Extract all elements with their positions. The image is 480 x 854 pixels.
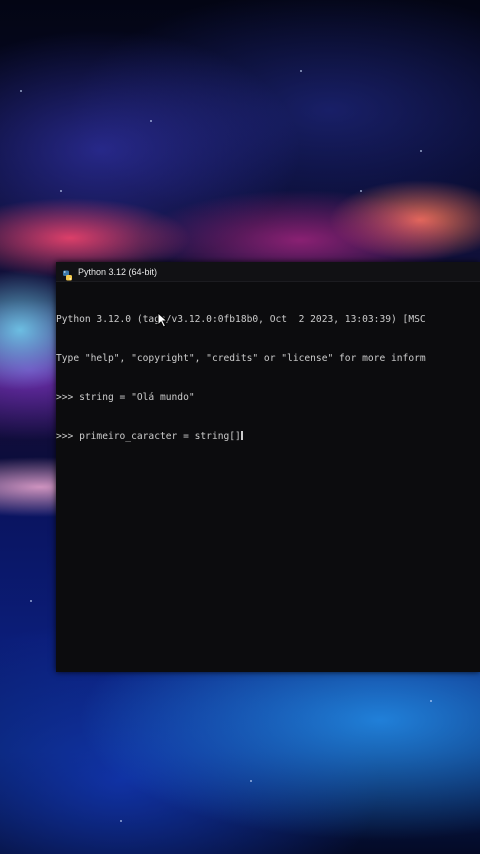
star bbox=[250, 780, 252, 782]
terminal-output[interactable]: Python 3.12.0 (tags/v3.12.0:0fb18b0, Oct… bbox=[56, 282, 480, 469]
star bbox=[60, 190, 62, 192]
terminal-line-help: Type "help", "copyright", "credits" or "… bbox=[56, 353, 426, 364]
terminal-line-input[interactable]: >>> primeiro_caracter = string[] bbox=[56, 430, 480, 443]
mouse-pointer-icon bbox=[157, 312, 169, 328]
star bbox=[30, 600, 32, 602]
python-console-window[interactable]: Python 3.12 (64-bit) Python 3.12.0 (tags… bbox=[56, 262, 480, 672]
star bbox=[150, 120, 152, 122]
window-title: Python 3.12 (64-bit) bbox=[78, 266, 158, 277]
python-icon bbox=[62, 266, 73, 281]
window-titlebar[interactable]: Python 3.12 (64-bit) bbox=[56, 262, 480, 282]
star bbox=[300, 70, 302, 72]
text-cursor bbox=[240, 431, 243, 440]
star bbox=[430, 700, 432, 702]
star bbox=[120, 820, 122, 822]
star bbox=[420, 150, 422, 152]
terminal-line-version: Python 3.12.0 (tags/v3.12.0:0fb18b0, Oct… bbox=[56, 314, 426, 325]
terminal-line-string-assign: >>> string = "Olá mundo" bbox=[56, 392, 195, 403]
star bbox=[20, 90, 22, 92]
star bbox=[360, 190, 362, 192]
terminal-input-text: >>> primeiro_caracter = string[] bbox=[56, 431, 241, 442]
